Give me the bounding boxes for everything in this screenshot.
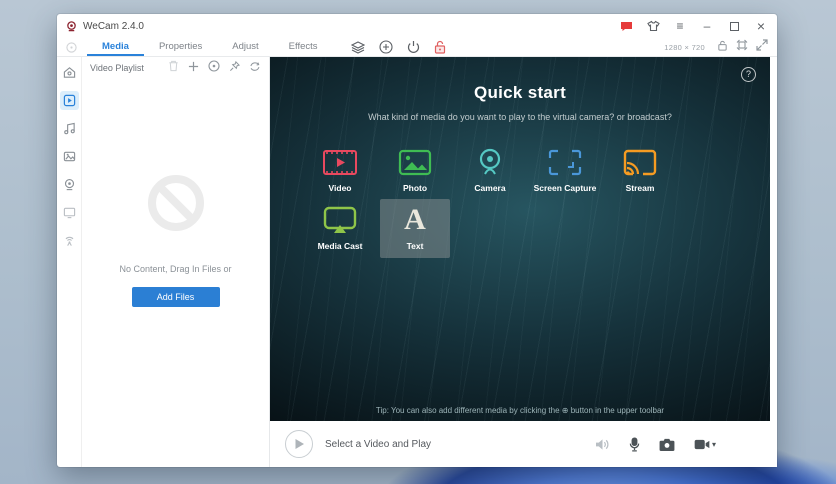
tab-media[interactable]: Media	[87, 38, 144, 56]
video-camera-icon[interactable]: ▾	[694, 439, 716, 450]
camera-select-caret-icon[interactable]: ▾	[712, 440, 716, 449]
tab-bar-home-icon[interactable]	[66, 41, 77, 53]
skin-theme-icon[interactable]	[646, 19, 660, 33]
rail-screen-icon[interactable]	[60, 203, 79, 222]
rail-webcam-icon[interactable]	[60, 175, 79, 194]
resolution-label[interactable]: 1280 × 720	[664, 43, 705, 52]
media-type-media-cast[interactable]: Media Cast	[305, 199, 375, 258]
rail-photo-icon[interactable]	[60, 147, 79, 166]
lock-red-icon[interactable]	[434, 40, 446, 54]
add-circle-icon[interactable]	[378, 40, 393, 54]
left-icon-rail	[57, 57, 82, 467]
preview-area[interactable]: ? Quick start What kind of media do you …	[270, 57, 770, 421]
desktop-background: WeCam 2.4.0 ≡ – × Media Properties Adjus…	[0, 0, 836, 484]
screen-capture-icon	[530, 147, 600, 177]
window-title: WeCam 2.4.0	[83, 20, 144, 32]
tab-bar: Media Properties Adjust Effects 1280 × 7…	[57, 38, 777, 57]
fullscreen-icon[interactable]	[756, 38, 768, 56]
feedback-bubble-icon[interactable]	[619, 19, 633, 33]
rail-music-icon[interactable]	[60, 119, 79, 138]
rail-video-playlist-icon[interactable]	[59, 91, 79, 110]
tip-text: Tip: You can also add different media by…	[375, 406, 665, 415]
bottom-control-bar: Select a Video and Play ▾	[270, 421, 777, 467]
playlist-empty-state: No Content, Drag In Files or Add Files	[82, 175, 269, 307]
quick-start-subtitle: What kind of media do you want to play t…	[368, 112, 672, 122]
playback-status-text: Select a Video and Play	[325, 438, 432, 450]
minimize-button[interactable]: –	[700, 19, 714, 33]
media-type-screen-capture[interactable]: Screen Capture	[530, 141, 600, 200]
tab-effects[interactable]: Effects	[274, 38, 333, 56]
speaker-muted-icon[interactable]	[595, 438, 610, 451]
quick-start-title: Quick start	[473, 83, 567, 102]
media-type-video[interactable]: Video	[305, 141, 375, 200]
add-files-button[interactable]: Add Files	[131, 287, 220, 307]
app-logo-webcam-icon	[67, 20, 76, 31]
text-icon: A	[404, 203, 426, 236]
media-type-stream[interactable]: Stream	[605, 141, 675, 200]
tab-adjust[interactable]: Adjust	[217, 38, 273, 56]
layers-icon[interactable]	[350, 40, 365, 54]
wecam-app-window: WeCam 2.4.0 ≡ – × Media Properties Adjus…	[57, 14, 777, 467]
plus-icon[interactable]	[188, 59, 199, 77]
cast-icon	[305, 205, 375, 235]
playlist-title: Video Playlist	[90, 62, 144, 73]
resolution-lock-icon[interactable]	[717, 38, 728, 56]
media-type-text[interactable]: A Text	[380, 199, 450, 258]
tab-properties[interactable]: Properties	[144, 38, 217, 56]
title-bar[interactable]: WeCam 2.4.0 ≡ – ×	[57, 14, 777, 38]
help-icon[interactable]: ?	[741, 67, 756, 82]
snapshot-camera-icon[interactable]	[659, 438, 675, 451]
media-type-camera[interactable]: Camera	[455, 141, 525, 200]
microphone-icon[interactable]	[629, 436, 640, 452]
stream-icon	[605, 147, 675, 177]
record-icon[interactable]	[208, 59, 220, 77]
trash-icon[interactable]	[168, 59, 179, 77]
rail-stream-antenna-icon[interactable]	[60, 231, 79, 250]
film-icon	[305, 147, 375, 177]
crop-frame-icon[interactable]	[736, 38, 748, 56]
media-type-photo[interactable]: Photo	[380, 141, 450, 200]
close-button[interactable]: ×	[754, 19, 768, 33]
menu-icon[interactable]: ≡	[673, 19, 687, 33]
pin-icon[interactable]	[229, 59, 241, 77]
photo-icon	[380, 147, 450, 177]
webcam-icon	[455, 147, 525, 177]
repeat-icon[interactable]	[249, 59, 261, 77]
no-content-icon	[147, 175, 204, 231]
rail-home-icon[interactable]	[60, 63, 79, 82]
empty-hint-text: No Content, Drag In Files or	[119, 264, 232, 274]
video-playlist-panel: Video Playlist No Content, Drag In Files…	[82, 57, 270, 467]
maximize-button[interactable]	[727, 19, 741, 33]
power-icon[interactable]	[407, 40, 420, 54]
play-button[interactable]	[285, 430, 313, 458]
